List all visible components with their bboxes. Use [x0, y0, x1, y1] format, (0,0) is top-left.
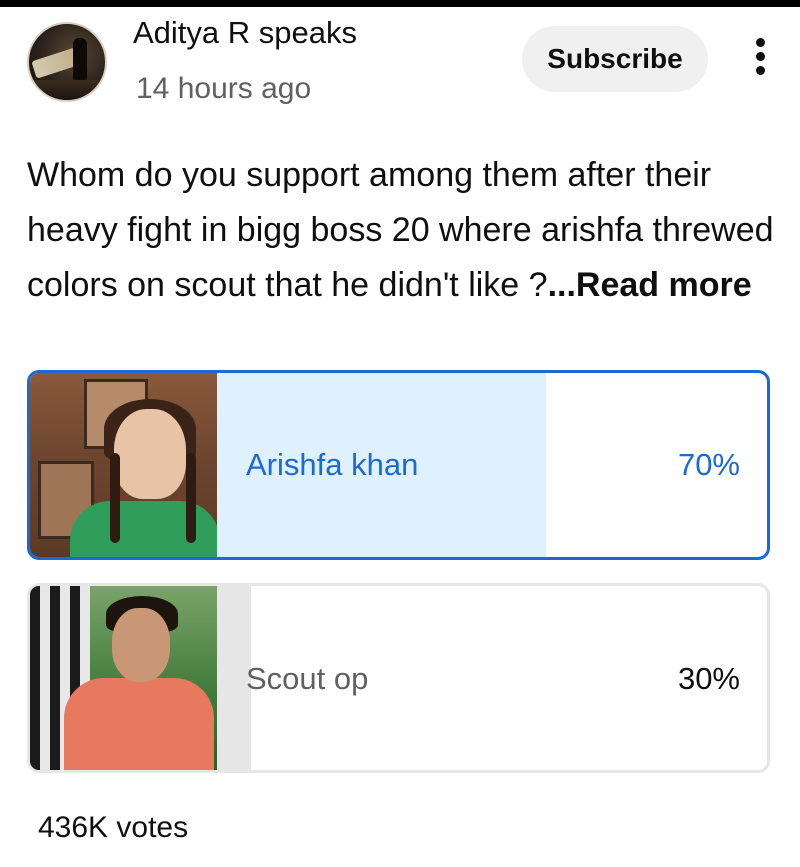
person-braid	[110, 453, 120, 543]
person-body	[64, 678, 214, 770]
avatar-figure	[73, 38, 87, 80]
channel-avatar[interactable]	[27, 22, 107, 102]
poll-option-image	[30, 586, 217, 770]
poll-option-label: Arishfa khan	[246, 447, 419, 482]
vote-count: 436K votes	[38, 811, 189, 844]
poll-option-percent: 70%	[677, 447, 740, 482]
top-status-strip	[0, 0, 800, 7]
kebab-dot	[755, 38, 765, 47]
kebab-dot	[755, 66, 765, 75]
person-face	[112, 608, 170, 682]
poll-option-arishfa[interactable]: Arishfa khan 70%	[27, 370, 770, 560]
kebab-menu-icon[interactable]	[748, 38, 772, 84]
poll-option-percent: 30%	[677, 661, 740, 696]
post-timestamp: 14 hours ago	[136, 72, 312, 105]
poll-option-image	[30, 373, 217, 557]
poll-option-label: Scout op	[246, 661, 369, 696]
person-braid	[186, 453, 196, 543]
read-more-link[interactable]: ...Read more	[548, 266, 752, 304]
channel-name[interactable]: Aditya R speaks	[133, 15, 357, 51]
poll-option-scout[interactable]: Scout op 30%	[27, 583, 770, 773]
avatar-shelf	[29, 80, 105, 100]
kebab-dot	[755, 52, 765, 61]
person-face	[114, 409, 186, 499]
post-question: Whom do you support among them after the…	[27, 148, 777, 313]
subscribe-button[interactable]: Subscribe	[522, 26, 708, 92]
